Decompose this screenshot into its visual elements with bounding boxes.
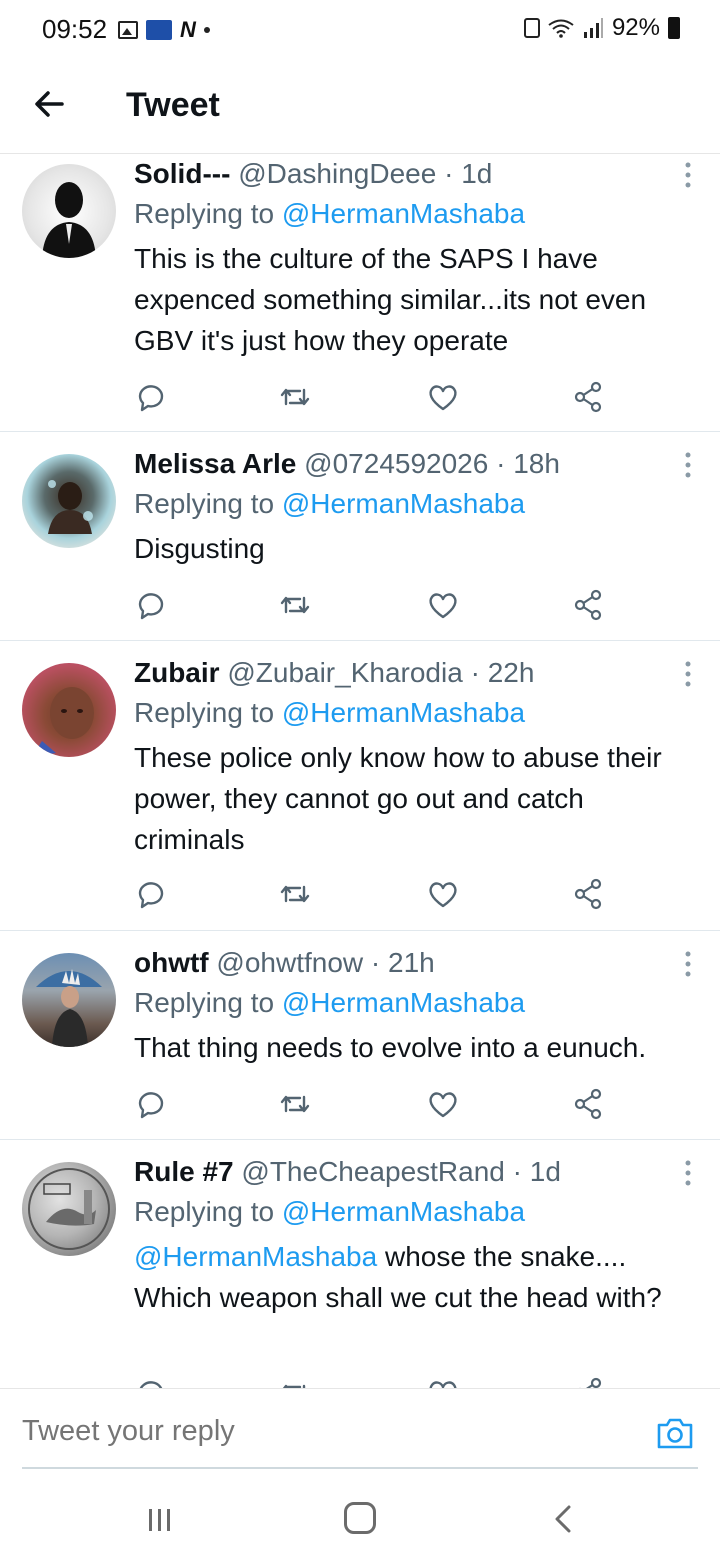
woman-photo-avatar-icon: [48, 480, 93, 534]
like-icon[interactable]: [426, 1087, 460, 1121]
home-icon[interactable]: [344, 1502, 376, 1534]
tweet-time: 22h: [487, 657, 535, 688]
tweet-header: Rule #7 @TheCheapestRand · 1d: [134, 1156, 561, 1187]
replying-to-link[interactable]: @HermanMashaba: [282, 1196, 525, 1227]
system-navigation-bar: [0, 1480, 720, 1560]
author-name[interactable]: Melissa Arle: [134, 448, 296, 479]
author-name[interactable]: Rule #7: [134, 1156, 234, 1187]
more-vertical-icon[interactable]: [682, 160, 694, 190]
battery-icon: [668, 17, 680, 39]
tweet-time: 18h: [513, 448, 560, 479]
avatar[interactable]: [22, 663, 116, 757]
mention-link[interactable]: @HermanMashaba: [134, 1241, 377, 1272]
reply-icon[interactable]: [134, 380, 168, 414]
replying-to-link[interactable]: @HermanMashaba: [282, 488, 525, 519]
tweet-header: Melissa Arle @0724592026 · 18h: [134, 448, 560, 479]
top-app-bar: Tweet: [0, 60, 720, 154]
tweet-text: That thing needs to evolve into a eunuch…: [134, 1032, 647, 1063]
reply-icon[interactable]: [134, 588, 168, 622]
more-vertical-icon[interactable]: [682, 1158, 694, 1188]
back-arrow-icon[interactable]: [30, 84, 70, 124]
replying-to: Replying to @HermanMashaba: [134, 198, 526, 229]
share-icon[interactable]: [572, 877, 606, 911]
tweet-header: Zubair @Zubair_Kharodia · 22h: [134, 657, 535, 688]
replying-to: Replying to @HermanMashaba: [134, 1196, 526, 1227]
tweet-item[interactable]: Zubair @Zubair_Kharodia · 22h Replying t…: [0, 641, 720, 931]
retweet-icon[interactable]: [278, 588, 312, 622]
avatar[interactable]: [22, 454, 116, 548]
tweet-text: This is the culture of the SAPS I have e…: [134, 243, 647, 356]
camera-icon[interactable]: [656, 1415, 694, 1451]
tweet-item[interactable]: ohwtf @ohwtfnow · 21h Replying to @Herma…: [0, 931, 720, 1140]
author-name[interactable]: ohwtf: [134, 947, 209, 978]
recent-apps-icon[interactable]: [146, 1506, 174, 1534]
share-icon[interactable]: [572, 380, 606, 414]
like-icon[interactable]: [426, 1376, 460, 1388]
share-icon[interactable]: [572, 1376, 606, 1388]
signal-icon: [583, 18, 603, 38]
status-bar: 09:52 N 92%: [0, 0, 720, 60]
tweet-item[interactable]: Melissa Arle @0724592026 · 18h Replying …: [0, 432, 720, 641]
replying-to-link[interactable]: @HermanMashaba: [282, 987, 525, 1018]
like-icon[interactable]: [426, 588, 460, 622]
tweet-text: These police only know how to abuse thei…: [134, 742, 662, 855]
author-name[interactable]: Zubair: [134, 657, 220, 688]
reply-icon[interactable]: [134, 877, 168, 911]
tweet-time: 21h: [388, 947, 435, 978]
tweet-header: Solid--- @DashingDeee · 1d: [134, 158, 493, 189]
tweet-text: Disgusting: [134, 533, 265, 564]
replying-to: Replying to @HermanMashaba: [134, 488, 526, 519]
author-name[interactable]: Solid---: [134, 158, 230, 189]
retweet-icon[interactable]: [278, 380, 312, 414]
news-notification-icon: [146, 20, 172, 40]
replying-to-link[interactable]: @HermanMashaba: [282, 198, 525, 229]
replying-to: Replying to @HermanMashaba: [134, 697, 526, 728]
like-icon[interactable]: [426, 877, 460, 911]
status-time: 09:52: [42, 14, 108, 44]
battery-percent: 92%: [611, 14, 660, 41]
retweet-icon[interactable]: [278, 877, 312, 911]
reply-input[interactable]: [22, 1415, 582, 1448]
more-vertical-icon[interactable]: [682, 659, 694, 689]
rand-coin-avatar-icon: [28, 1168, 110, 1250]
gallery-notification-icon: [118, 21, 138, 39]
system-back-icon[interactable]: [550, 1504, 578, 1534]
avatar[interactable]: [22, 953, 116, 1047]
replying-to-link[interactable]: @HermanMashaba: [282, 697, 525, 728]
wifi-icon: [548, 19, 574, 38]
punk-photo-avatar-icon: [36, 969, 102, 1047]
avatar[interactable]: [22, 1162, 116, 1256]
tweet-time: 1d: [461, 158, 493, 189]
reply-icon[interactable]: [134, 1376, 168, 1388]
retweet-icon[interactable]: [278, 1376, 312, 1388]
share-icon[interactable]: [572, 1087, 606, 1121]
tweet-time: 1d: [529, 1156, 561, 1187]
author-handle[interactable]: @ohwtfnow: [216, 947, 363, 978]
reply-input-underline: [22, 1467, 698, 1469]
more-notifications-dot-icon: [203, 27, 210, 33]
tweet-item[interactable]: Rule #7 @TheCheapestRand · 1d Replying t…: [0, 1140, 720, 1388]
tweet-item[interactable]: Solid--- @DashingDeee · 1d Replying to @…: [0, 154, 720, 432]
n-notification-icon: N: [180, 17, 196, 42]
reply-feed[interactable]: Solid--- @DashingDeee · 1d Replying to @…: [0, 154, 720, 1388]
silhouette-avatar-icon: [42, 182, 96, 258]
avatar[interactable]: [22, 164, 116, 258]
secure-folder-icon: [523, 18, 540, 38]
replying-to: Replying to @HermanMashaba: [134, 987, 526, 1018]
retweet-icon[interactable]: [278, 1087, 312, 1121]
reply-composer: [0, 1388, 720, 1480]
share-icon[interactable]: [572, 588, 606, 622]
author-handle[interactable]: @Zubair_Kharodia: [227, 657, 462, 688]
author-handle[interactable]: @0724592026: [304, 448, 488, 479]
tweet-text: @HermanMashaba whose the snake.... Which…: [134, 1241, 662, 1313]
author-handle[interactable]: @TheCheapestRand: [241, 1156, 504, 1187]
page-title: Tweet: [126, 86, 220, 124]
tweet-header: ohwtf @ohwtfnow · 21h: [134, 947, 435, 978]
like-icon[interactable]: [426, 380, 460, 414]
reply-icon[interactable]: [134, 1087, 168, 1121]
more-vertical-icon[interactable]: [682, 949, 694, 979]
author-handle[interactable]: @DashingDeee: [238, 158, 436, 189]
more-vertical-icon[interactable]: [682, 450, 694, 480]
child-photo-avatar-icon: [32, 687, 94, 757]
